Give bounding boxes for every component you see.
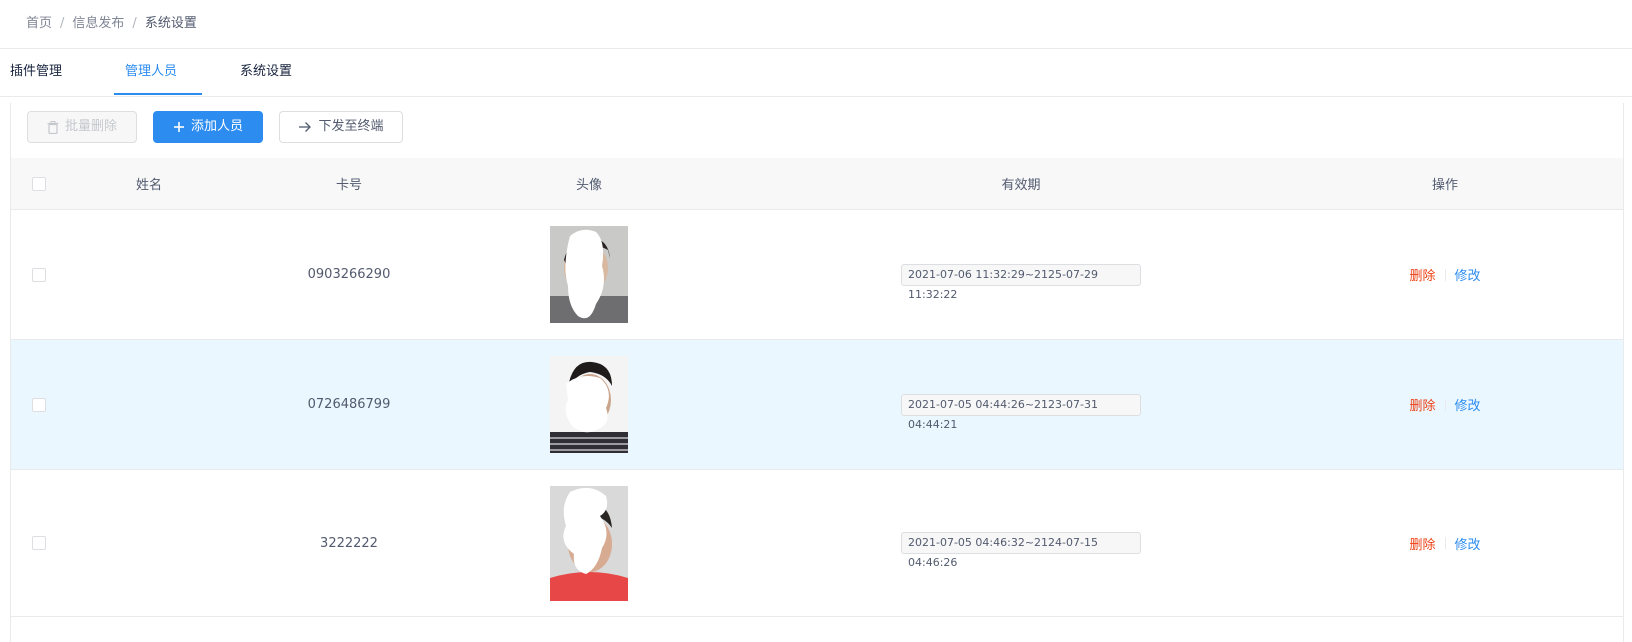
actions-cell: 删除 修改: [1385, 210, 1505, 339]
column-header-card[interactable]: 卡号: [289, 158, 409, 209]
active-tab-indicator: [114, 93, 202, 95]
select-all-checkbox[interactable]: [32, 176, 46, 191]
avatar-cell: [529, 340, 649, 469]
breadcrumb-info-publish[interactable]: 信息发布: [72, 16, 124, 31]
managers-panel: 批量删除 添加人员 下发至终端 姓名 卡号 头像 有效期 操作 09032662…: [10, 103, 1624, 642]
send-to-terminal-label: 下发至终端: [318, 119, 384, 134]
add-person-button[interactable]: 添加人员: [153, 111, 263, 143]
tab-managers[interactable]: 管理人员: [125, 49, 177, 96]
batch-delete-button[interactable]: 批量删除: [27, 111, 137, 143]
send-to-terminal-button[interactable]: 下发至终端: [279, 111, 403, 143]
row-select-cell: [29, 210, 49, 339]
card-number-cell: 0726486799: [307, 397, 391, 412]
row-checkbox[interactable]: [32, 397, 46, 412]
avatar: [550, 485, 628, 601]
edit-link[interactable]: 修改: [1455, 395, 1481, 414]
breadcrumb-separator: /: [132, 16, 137, 31]
breadcrumb-separator: /: [60, 16, 65, 31]
row-checkbox[interactable]: [32, 536, 46, 550]
name-cell: [89, 470, 209, 616]
validity-period-tag: 2021-07-06 11:32:29~2125-07-29 11:32:22: [901, 263, 1141, 301]
avatar-cell: [529, 470, 649, 616]
table-row: 0903266290 2021-07-06 11:32:29~2125-07-2…: [11, 210, 1623, 340]
tab-system-settings[interactable]: 系统设置: [240, 49, 292, 96]
actions-cell: 删除 修改: [1385, 340, 1505, 469]
action-divider: [1444, 537, 1446, 549]
name-cell: [89, 340, 209, 469]
plus-icon: [173, 121, 185, 133]
table-header: 姓名 卡号 头像 有效期 操作: [11, 158, 1623, 210]
table-row: 0726486799 2021-07-05 04:44:26~2123-07-3…: [11, 340, 1623, 470]
delete-link[interactable]: 删除: [1409, 395, 1435, 414]
column-header-period: 有效期: [1001, 178, 1041, 193]
tab-bar: 插件管理 管理人员 系统设置: [0, 49, 1632, 97]
avatar: [550, 226, 628, 323]
avatar-cell: [529, 210, 649, 339]
tab-plugin-management[interactable]: 插件管理: [10, 49, 62, 96]
actions-cell: 删除 修改: [1385, 470, 1505, 616]
card-number-cell: 0903266290: [307, 267, 391, 282]
arrow-right-icon: [298, 121, 312, 133]
period-cell: 2021-07-06 11:32:29~2125-07-29 11:32:22: [901, 210, 1141, 339]
row-select-cell: [29, 470, 49, 616]
card-number-cell: 3222222: [320, 535, 378, 551]
validity-period-tag: 2021-07-05 04:46:32~2124-07-15 04:46:26: [901, 532, 1141, 569]
row-select-cell: [29, 340, 49, 469]
select-all-cell: [29, 158, 49, 209]
breadcrumb-home[interactable]: 首页: [26, 16, 52, 31]
row-checkbox[interactable]: [32, 267, 46, 282]
breadcrumb-current: 系统设置: [144, 16, 197, 31]
column-header-avatar: 头像: [575, 178, 602, 193]
delete-link[interactable]: 删除: [1409, 265, 1435, 284]
edit-link[interactable]: 修改: [1455, 265, 1481, 284]
batch-delete-label: 批量删除: [64, 119, 117, 134]
action-divider: [1444, 398, 1446, 411]
delete-link[interactable]: 删除: [1409, 534, 1435, 553]
period-cell: 2021-07-05 04:46:32~2124-07-15 04:46:26: [901, 470, 1141, 616]
column-header-actions: 操作: [1431, 178, 1458, 193]
table-row: 3222222 2021-07-05 04:46:32~2124-07-15 0…: [11, 470, 1623, 617]
breadcrumb: 首页 / 信息发布 / 系统设置: [0, 0, 1632, 49]
name-cell: [89, 210, 209, 339]
validity-period-tag: 2021-07-05 04:44:26~2123-07-31 04:44:21: [901, 393, 1141, 431]
period-cell: 2021-07-05 04:44:26~2123-07-31 04:44:21: [901, 340, 1141, 469]
add-person-label: 添加人员: [190, 119, 243, 134]
avatar: [550, 356, 628, 453]
column-header-name[interactable]: 姓名: [89, 158, 209, 209]
action-divider: [1444, 268, 1446, 281]
trash-icon: [47, 120, 59, 134]
edit-link[interactable]: 修改: [1455, 534, 1481, 553]
